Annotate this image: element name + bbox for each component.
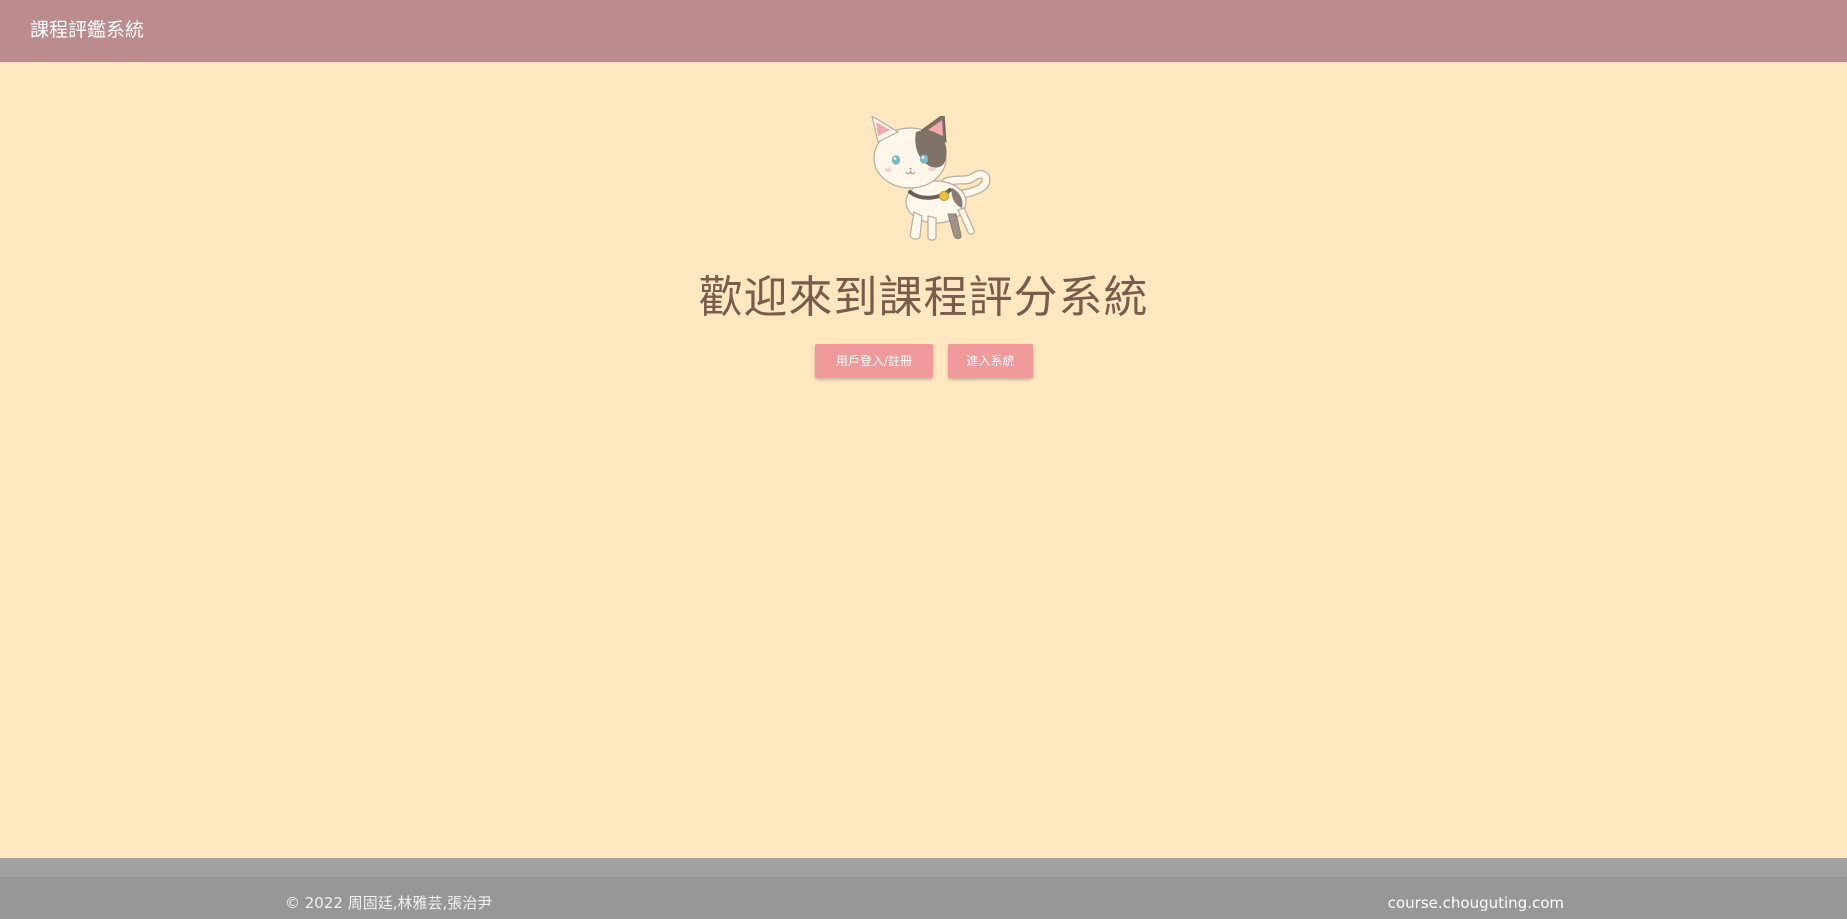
enter-system-button[interactable]: 進入系統 bbox=[948, 344, 1033, 378]
welcome-headline: 歡迎來到課程評分系統 bbox=[698, 272, 1149, 323]
copyright-text: © 2022 周固廷,林雅芸,張治尹 bbox=[285, 894, 493, 912]
cat-mascot-image bbox=[871, 116, 991, 241]
brand-title[interactable]: 課程評鑑系統 bbox=[30, 17, 144, 43]
site-domain-link[interactable]: course.chouguting.com bbox=[1388, 893, 1564, 913]
top-navbar: 課程評鑑系統 bbox=[0, 0, 1847, 62]
main-content: 歡迎來到課程評分系統 用戶登入/註冊 進入系統 bbox=[0, 62, 1847, 858]
footer-top-band bbox=[0, 858, 1847, 877]
page-footer: © 2022 周固廷,林雅芸,張治尹 course.chouguting.com bbox=[0, 858, 1847, 919]
login-register-button[interactable]: 用戶登入/註冊 bbox=[815, 344, 933, 378]
